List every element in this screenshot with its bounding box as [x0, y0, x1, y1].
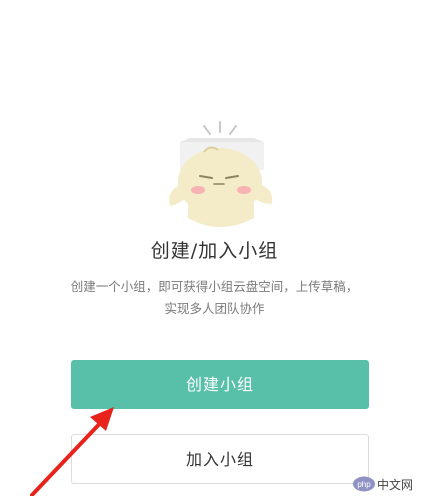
- php-logo-watermark: php 中文网: [353, 476, 413, 492]
- svg-text:中文网: 中文网: [377, 477, 413, 492]
- mascot-illustration: [169, 121, 273, 227]
- description-line-2: 实现多人团队协作: [164, 301, 265, 316]
- red-arrow-annotation: [30, 407, 114, 496]
- empty-state-description: 创建一个小组，即可获得小组云盘空间，上传草稿， 实现多人团队协作: [30, 276, 399, 320]
- group-empty-page: 创建/加入小组 创建一个小组，即可获得小组云盘空间，上传草稿， 实现多人团队协作…: [0, 0, 429, 496]
- description-line-1: 创建一个小组，即可获得小组云盘空间，上传草稿，: [70, 279, 359, 294]
- empty-state-title: 创建/加入小组: [150, 240, 279, 262]
- svg-text:php: php: [357, 480, 371, 489]
- create-group-button[interactable]: 创建小组: [71, 360, 369, 409]
